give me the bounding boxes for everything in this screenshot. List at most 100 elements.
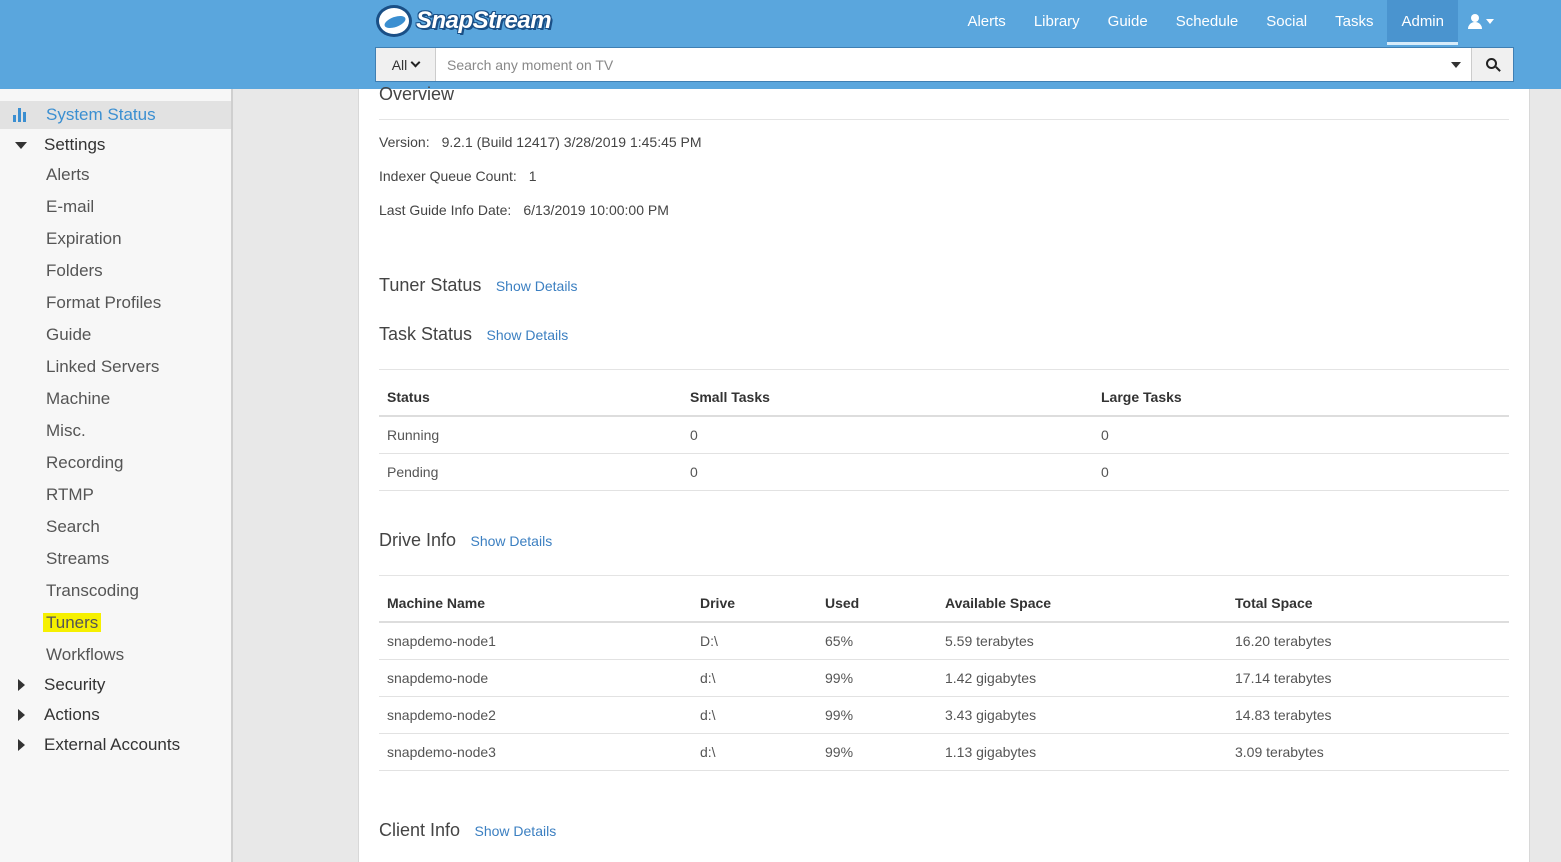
table-cell: 14.83 terabytes [1227, 696, 1509, 734]
nav-alerts[interactable]: Alerts [953, 0, 1019, 45]
version-value: 9.2.1 (Build 12417) 3/28/2019 1:45:45 PM [441, 134, 702, 150]
sidebar-item-workflows[interactable]: Workflows [46, 645, 124, 665]
table-row: snapdemo-node1 D:\ 65% 5.59 terabytes 16… [379, 622, 1509, 660]
overview-title: Overview [379, 84, 455, 104]
caret-right-icon[interactable] [18, 709, 25, 721]
table-row: snapdemo-node d:\ 99% 1.42 gigabytes 17.… [379, 659, 1509, 697]
column-header: Used [817, 584, 937, 623]
table-cell: 99% [817, 696, 937, 734]
task-status-title: Task Status [379, 324, 473, 344]
version-label: Version: [379, 134, 430, 150]
sidebar-item-transcoding[interactable]: Transcoding [46, 581, 139, 601]
chevron-down-icon [1486, 19, 1494, 24]
caret-right-icon[interactable] [18, 739, 25, 751]
sidebar-item-misc[interactable]: Misc. [46, 421, 86, 441]
client-info-show-details-link[interactable]: Show Details [475, 823, 557, 839]
nav-social[interactable]: Social [1252, 0, 1321, 45]
sidebar-item-tuners-label: Tuners [43, 613, 102, 632]
table-cell: snapdemo-node2 [379, 696, 692, 734]
table-cell: 99% [817, 659, 937, 697]
sidebar-group-actions[interactable]: Actions [44, 705, 100, 725]
snapstream-logo[interactable]: SnapStream [376, 5, 552, 37]
caret-right-icon[interactable] [18, 679, 25, 691]
table-cell: d:\ [692, 659, 817, 697]
indexer-queue-label: Indexer Queue Count: [379, 168, 517, 184]
task-status-table: Status Small Tasks Large Tasks Running 0… [379, 378, 1509, 491]
sidebar-group-settings[interactable]: Settings [44, 135, 105, 155]
search-scope-dropdown[interactable]: All [376, 48, 436, 81]
sidebar-item-folders[interactable]: Folders [46, 261, 103, 281]
table-cell: d:\ [692, 733, 817, 771]
table-cell: 5.59 terabytes [937, 622, 1227, 660]
column-header: Small Tasks [682, 378, 1093, 417]
table-row: Running 0 0 [379, 416, 1509, 454]
search-options-dropdown[interactable] [1441, 48, 1471, 81]
column-header: Status [379, 378, 682, 417]
nav-guide[interactable]: Guide [1094, 0, 1162, 45]
table-row: Pending 0 0 [379, 453, 1509, 491]
table-header-row: Machine Name Drive Used Available Space … [379, 584, 1509, 623]
column-header: Available Space [937, 584, 1227, 623]
logo-text: SnapStream [416, 7, 552, 34]
table-cell: d:\ [692, 696, 817, 734]
table-cell: 0 [682, 416, 1093, 454]
sidebar-item-streams[interactable]: Streams [46, 549, 109, 569]
drive-info-title: Drive Info [379, 530, 457, 550]
search-button[interactable] [1471, 48, 1513, 81]
version-row: Version: 9.2.1 (Build 12417) 3/28/2019 1:… [379, 134, 702, 150]
sidebar-group-security[interactable]: Security [44, 675, 105, 695]
divider [379, 369, 1509, 370]
caret-down-icon [1451, 61, 1461, 68]
column-header: Large Tasks [1093, 378, 1509, 417]
sidebar-item-tuners[interactable]: Tuners [43, 613, 102, 633]
caret-down-icon[interactable] [15, 142, 27, 149]
table-cell: D:\ [692, 622, 817, 660]
admin-sidebar: System Status Settings Alerts E-mail Exp… [0, 89, 233, 862]
task-status-show-details-link[interactable]: Show Details [487, 327, 569, 343]
nav-schedule[interactable]: Schedule [1162, 0, 1253, 45]
sidebar-item-linked-servers[interactable]: Linked Servers [46, 357, 159, 377]
table-cell: 3.43 gigabytes [937, 696, 1227, 734]
tuner-status-title: Tuner Status [379, 275, 482, 295]
table-cell: snapdemo-node [379, 659, 692, 697]
divider [379, 575, 1509, 576]
search-icon [1486, 58, 1497, 69]
sidebar-item-system-status[interactable]: System Status [46, 105, 156, 125]
drive-info-header: Drive Info Show Details [379, 530, 552, 551]
sidebar-item-format-profiles[interactable]: Format Profiles [46, 293, 161, 313]
task-status-header: Task Status Show Details [379, 324, 568, 345]
nav-library[interactable]: Library [1020, 0, 1094, 45]
client-info-title: Client Info [379, 820, 461, 840]
system-status-panel: Overview Version: 9.2.1 (Build 12417) 3/2… [358, 84, 1530, 862]
sidebar-item-rtmp[interactable]: RTMP [46, 485, 94, 505]
column-header: Drive [692, 584, 817, 623]
user-menu-button[interactable] [1462, 0, 1506, 45]
last-guide-value: 6/13/2019 10:00:00 PM [523, 202, 669, 218]
sidebar-group-external-accounts[interactable]: External Accounts [44, 735, 180, 755]
sidebar-item-email[interactable]: E-mail [46, 197, 94, 217]
table-cell: 3.09 terabytes [1227, 733, 1509, 771]
table-cell: 0 [1093, 416, 1509, 454]
nav-tasks[interactable]: Tasks [1321, 0, 1387, 45]
tuner-status-show-details-link[interactable]: Show Details [496, 278, 578, 294]
sidebar-item-alerts[interactable]: Alerts [46, 165, 89, 185]
indexer-queue-value: 1 [528, 168, 537, 184]
search-bar: All [375, 47, 1514, 82]
drive-info-show-details-link[interactable]: Show Details [470, 533, 552, 549]
last-guide-label: Last Guide Info Date: [379, 202, 512, 218]
top-bar: SnapStream Alerts Library Guide Schedule… [0, 0, 1561, 89]
nav-admin[interactable]: Admin [1387, 0, 1458, 45]
sidebar-item-recording[interactable]: Recording [46, 453, 124, 473]
sidebar-item-guide[interactable]: Guide [46, 325, 91, 345]
table-cell: 99% [817, 733, 937, 771]
table-header-row: Status Small Tasks Large Tasks [379, 378, 1509, 417]
drive-info-table: Machine Name Drive Used Available Space … [379, 584, 1509, 771]
table-cell: 0 [682, 453, 1093, 491]
sidebar-item-expiration[interactable]: Expiration [46, 229, 122, 249]
sidebar-item-machine[interactable]: Machine [46, 389, 110, 409]
chevron-down-icon [410, 57, 421, 68]
user-icon-body [1468, 22, 1482, 29]
sidebar-item-search[interactable]: Search [46, 517, 100, 537]
search-input[interactable] [436, 48, 1441, 81]
table-row: snapdemo-node3 d:\ 99% 1.13 gigabytes 3.… [379, 733, 1509, 771]
